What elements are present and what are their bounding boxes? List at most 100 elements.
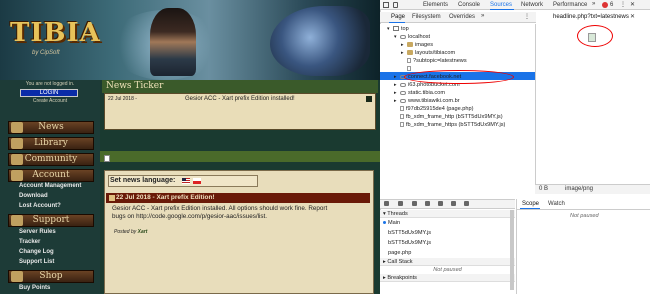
tab-network[interactable]: Network [521, 2, 543, 8]
tab-page[interactable]: Page [391, 14, 405, 20]
posted-by: Posted by Xart [114, 229, 147, 235]
change-log-link[interactable]: Change Log [19, 249, 54, 255]
active-tab-indicator [490, 9, 514, 10]
lost-account-link[interactable]: Lost Account? [19, 203, 61, 209]
file-icon [400, 122, 404, 128]
community-icon [11, 154, 23, 165]
news-item-title: 22 Jul 2018 - Xart prefix Edition! [106, 193, 370, 203]
cloud-icon [400, 82, 406, 87]
tab-elements[interactable]: Elements [423, 2, 448, 8]
kebab-menu-icon[interactable]: ⋮ [620, 1, 626, 8]
step-over-icon[interactable] [398, 201, 403, 206]
file-tree-item[interactable]: ▾ localhost [380, 33, 535, 41]
tibia-logo-byline: by CipSoft [32, 50, 60, 56]
deactivate-breakpoints-icon[interactable] [451, 201, 456, 206]
sidebar-toggle-icon[interactable]: ⋮ [524, 13, 530, 20]
file-icon [400, 106, 404, 112]
step-into-icon[interactable] [412, 201, 417, 206]
file-tree-item[interactable]: ▸ images [380, 41, 535, 49]
account-icon [11, 170, 23, 181]
tab-watch[interactable]: Watch [548, 201, 565, 207]
tibia-logo[interactable]: TIBIA [10, 18, 101, 48]
broken-image-icon [104, 155, 110, 162]
file-tree-item[interactable]: fb_xdm_frame_https (bSTT5dUx9MY.js) [380, 121, 535, 129]
file-tree-label: static.tibia.com [408, 90, 445, 96]
editor-tab-close-icon[interactable]: ✕ [630, 13, 635, 20]
step-out-icon[interactable] [425, 201, 430, 206]
file-tree-label: top [401, 26, 409, 32]
tab-overrides[interactable]: Overrides [449, 14, 475, 20]
file-tree-label: images [415, 42, 434, 48]
file-icon [407, 58, 411, 64]
file-tree-item[interactable]: ▾ top [380, 25, 535, 33]
support-icon [11, 215, 23, 226]
download-link[interactable]: Download [19, 193, 48, 199]
ticker-expand-icon[interactable] [366, 96, 372, 102]
pause-icon[interactable] [384, 201, 389, 206]
file-tree-label: fb_xdm_frame_http (bSTT5dUx9MY.js) [406, 114, 503, 120]
image-size: 0 B [539, 186, 549, 192]
error-icon[interactable] [602, 2, 608, 8]
device-toggle-icon[interactable] [393, 2, 398, 8]
thread-label: page.php [388, 250, 412, 256]
more-subtabs-button[interactable]: » [481, 13, 484, 19]
thread-item[interactable]: bSTT5dUx9MY.js [380, 228, 515, 238]
file-tree-item[interactable]: ▸ layouts/tibiacom [380, 49, 535, 57]
file-tree-item[interactable]: ▸ www.tibiawiki.com.br [380, 97, 535, 105]
tab-performance[interactable]: Performance [553, 2, 587, 8]
file-tree-item[interactable]: fb_xdm_frame_http (bSTT5dUx9MY.js) [380, 113, 535, 121]
file-tree-label: ?subtopic=latestnews [413, 58, 467, 64]
login-status: You are not logged in. [25, 81, 75, 87]
threads-section-header[interactable]: ▾ Threads [380, 210, 515, 218]
library-icon [11, 138, 23, 149]
news-item-icon [109, 195, 115, 201]
buy-points-link[interactable]: Buy Points [19, 285, 50, 291]
tab-console[interactable]: Console [458, 2, 480, 8]
call-stack-label: Call Stack [387, 259, 413, 265]
thread-list: Main bSTT5dUx9MY.js bSTT5dUx9MY.js page.php [380, 218, 515, 258]
error-count: 6 [610, 2, 614, 8]
thread-item[interactable]: page.php [380, 248, 515, 258]
editor-pane [535, 24, 650, 184]
support-list-link[interactable]: Support List [19, 259, 54, 265]
inspect-icon[interactable] [383, 2, 389, 8]
step-icon[interactable] [438, 201, 443, 206]
tab-filesystem[interactable]: Filesystem [412, 14, 441, 20]
account-management-link[interactable]: Account Management [19, 183, 81, 189]
editor-tab-headline[interactable]: headline.php?txt=latestnews [553, 14, 629, 20]
file-tree-item[interactable]: f97db25915de4 (page.php) [380, 105, 535, 113]
create-account-link[interactable]: Create Account [0, 98, 100, 104]
news-item-body: Gesior ACC - Xart prefix Edition install… [112, 205, 367, 221]
banner-dragon [270, 6, 370, 76]
frame-icon [393, 26, 399, 32]
pause-on-exceptions-icon[interactable] [464, 201, 469, 206]
close-devtools-icon[interactable]: ✕ [630, 1, 635, 8]
login-button[interactable]: LOGIN [20, 89, 78, 97]
scope-status: Not paused [570, 213, 599, 219]
news-ticker-title: News Ticker [102, 80, 378, 93]
thread-item[interactable]: Main [380, 218, 515, 228]
cloud-icon [400, 34, 406, 39]
annotation-oval [404, 70, 514, 84]
more-tabs-button[interactable]: » [592, 1, 595, 7]
call-stack-header[interactable]: ▸ Call Stack [380, 258, 515, 266]
cloud-icon [400, 90, 406, 95]
breakpoints-header[interactable]: ▸ Breakpoints [380, 274, 515, 282]
tab-scope[interactable]: Scope [522, 201, 539, 207]
pl-flag-icon[interactable] [193, 178, 201, 184]
tracker-link[interactable]: Tracker [19, 239, 40, 245]
file-icon [400, 114, 404, 120]
scope-divider [516, 209, 650, 210]
thread-label: bSTT5dUx9MY.js [388, 240, 432, 246]
server-rules-link[interactable]: Server Rules [19, 229, 56, 235]
annotation-circle [577, 25, 613, 47]
posted-by-author[interactable]: Xart [138, 229, 148, 235]
debugger-scrollbar[interactable] [510, 210, 514, 290]
tab-sources[interactable]: Sources [490, 2, 512, 8]
us-flag-icon[interactable] [182, 178, 190, 184]
thread-item[interactable]: bSTT5dUx9MY.js [380, 238, 515, 248]
file-tree-item[interactable]: ?subtopic=latestnews [380, 57, 535, 65]
page-tab-indicator [389, 22, 405, 23]
file-tree-item[interactable]: ▸ static.tibia.com [380, 89, 535, 97]
folder-icon [407, 50, 413, 56]
